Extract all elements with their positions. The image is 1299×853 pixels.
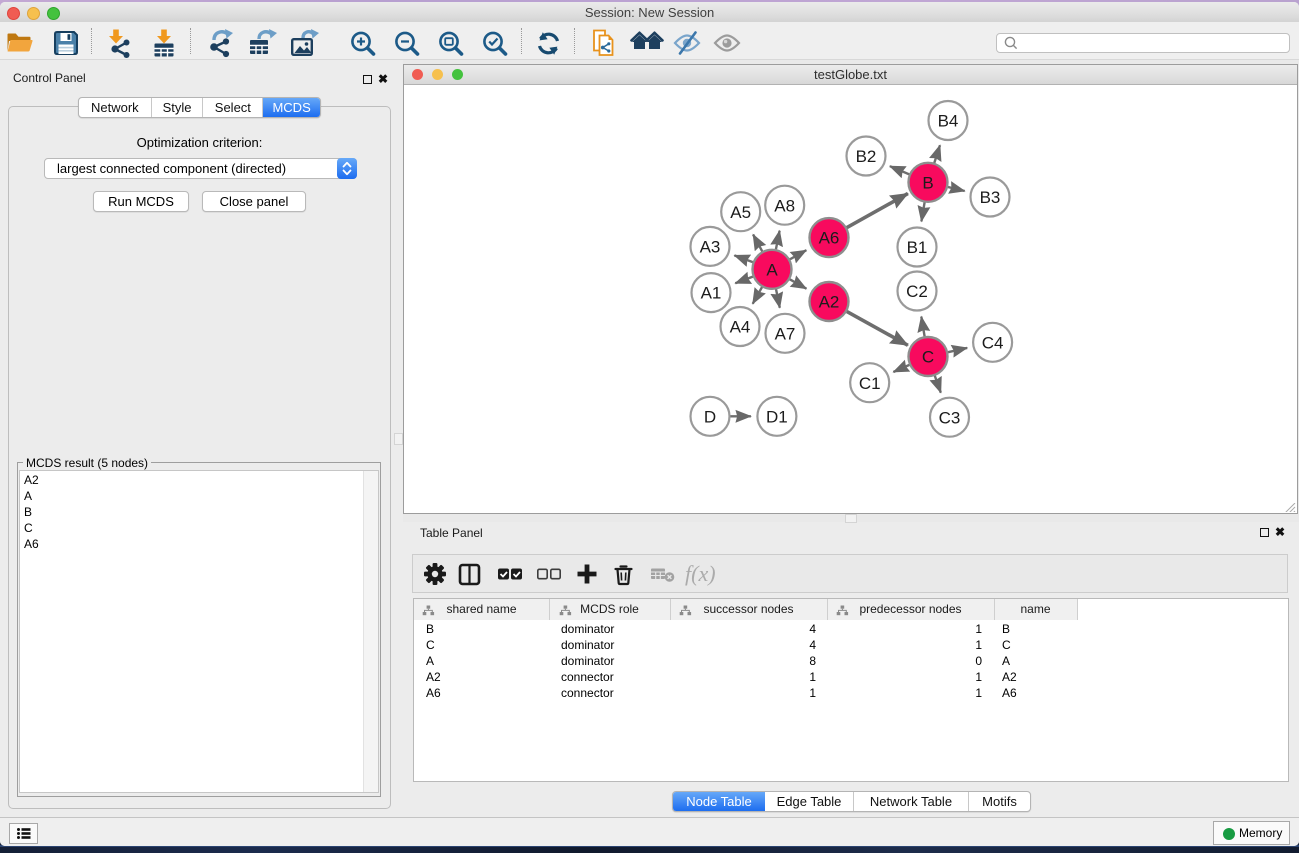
svg-text:A3: A3 — [700, 238, 721, 257]
svg-text:C2: C2 — [906, 282, 928, 301]
svg-text:B3: B3 — [980, 188, 1001, 207]
svg-text:B: B — [922, 173, 933, 192]
svg-text:A7: A7 — [775, 324, 796, 343]
svg-text:A8: A8 — [774, 196, 795, 215]
svg-text:D: D — [704, 407, 716, 426]
svg-text:B2: B2 — [856, 147, 877, 166]
svg-text:B4: B4 — [938, 112, 959, 131]
svg-text:A5: A5 — [730, 203, 751, 222]
svg-text:A: A — [766, 260, 778, 279]
svg-text:A6: A6 — [819, 229, 840, 248]
svg-text:C3: C3 — [939, 408, 961, 427]
svg-text:C4: C4 — [982, 333, 1004, 352]
svg-text:D1: D1 — [766, 407, 788, 426]
svg-text:C: C — [922, 348, 934, 367]
svg-text:A2: A2 — [819, 293, 840, 312]
svg-text:B1: B1 — [907, 238, 928, 257]
svg-text:C1: C1 — [859, 374, 881, 393]
svg-text:A4: A4 — [730, 318, 751, 337]
svg-text:A1: A1 — [701, 284, 722, 303]
